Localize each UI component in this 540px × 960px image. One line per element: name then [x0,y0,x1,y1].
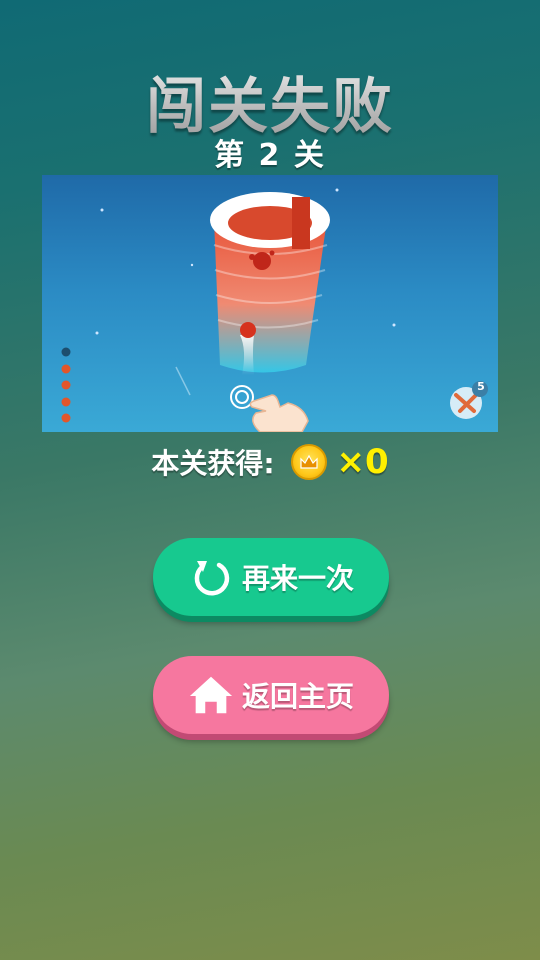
level-preview-image: 5 [42,175,498,432]
home-icon [188,672,234,718]
booster-count-badge: 5 [477,380,485,393]
crown-coin-icon [290,444,327,480]
reward-label: 本关获得: [151,447,275,480]
retry-icon [188,554,234,600]
retry-button[interactable]: 再来一次 [153,538,389,616]
retry-button-label: 再来一次 [241,562,354,595]
tower-scene [61,188,488,432]
reward-row: 本关获得: ×0 [0,440,540,484]
coin-count: ×0 [336,442,389,482]
level-label: 第 2 关 [214,138,326,173]
home-button[interactable]: 返回主页 [153,656,389,734]
home-button-label: 返回主页 [241,680,354,713]
